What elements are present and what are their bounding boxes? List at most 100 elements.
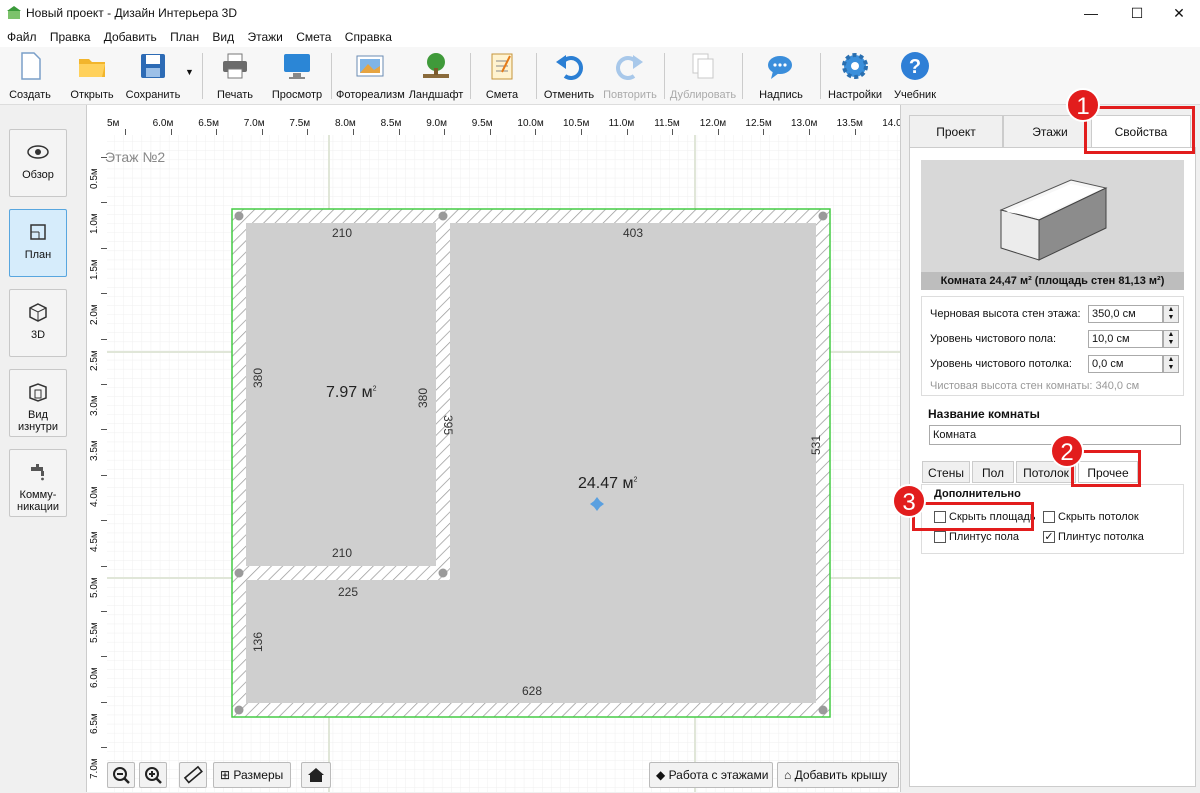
h-ruler-tick <box>809 129 810 135</box>
add-roof-button[interactable]: ⌂ Добавить крышу <box>777 762 899 788</box>
photorealism-button[interactable]: Фотореализм <box>336 50 405 102</box>
caption-button[interactable]: Надпись <box>756 50 806 102</box>
ceiling-level-input[interactable]: 0,0 см <box>1088 355 1163 373</box>
landscape-button[interactable]: Ландшафт <box>408 50 464 102</box>
new-document-icon <box>21 52 41 80</box>
ceiling-plinth-label: Плинтус потолка <box>1058 531 1144 543</box>
dimensions-button[interactable]: ⊞ Размеры <box>213 762 291 788</box>
title-bar: Новый проект - Дизайн Интерьера 3D — ☐ ✕ <box>0 0 1200 27</box>
menu-plan[interactable]: План <box>170 27 199 44</box>
extra-title: Дополнительно <box>934 488 1021 500</box>
tab-project[interactable]: Проект <box>909 115 1003 147</box>
v-ruler-tick <box>101 611 107 612</box>
rough-height-input[interactable]: 350,0 см <box>1088 305 1163 323</box>
subtab-walls[interactable]: Стены <box>922 461 970 483</box>
save-button[interactable]: Сохранить <box>124 50 182 102</box>
preview-button[interactable]: Просмотр <box>270 50 324 102</box>
home-icon <box>308 768 324 782</box>
floorplan-icon <box>30 224 46 240</box>
gear-icon <box>842 53 868 79</box>
v-ruler-label: 6.5м <box>89 713 100 734</box>
zoom-out-button[interactable] <box>107 762 135 788</box>
properties-content: Комната 24,47 м² (площадь стен 81,13 м²)… <box>909 147 1196 787</box>
h-ruler-tick <box>489 129 491 135</box>
ceiling-level-spinner[interactable]: ▲ ▼ <box>1163 355 1179 373</box>
redo-label: Повторить <box>603 89 657 101</box>
close-button[interactable]: ✕ <box>1156 0 1200 27</box>
floors-work-button[interactable]: ◆ Работа с этажами <box>649 762 773 788</box>
save-dropdown-icon[interactable]: ▼ <box>185 67 194 77</box>
communications-button[interactable]: Комму- никации <box>9 449 67 517</box>
dim-bottom-small: 210 <box>332 546 353 560</box>
floor-level-input[interactable]: 10,0 см <box>1088 330 1163 348</box>
menu-help[interactable]: Справка <box>345 27 392 44</box>
redo-button[interactable]: Повторить <box>600 50 660 102</box>
subtab-floor[interactable]: Пол <box>972 461 1014 483</box>
menu-estimate[interactable]: Смета <box>296 27 331 44</box>
app-icon <box>7 6 21 19</box>
v-ruler-label: 7.0м <box>89 758 100 780</box>
v-ruler-label: 2.5м <box>89 349 100 371</box>
zoom-in-button[interactable] <box>139 762 167 788</box>
floor-plinth-checkbox[interactable] <box>934 531 946 543</box>
ruler-button[interactable] <box>179 762 207 788</box>
plan-canvas[interactable]: 5м 6.0м 6.5м 7.0м 7.5м 8.0м 8.5м 9.0м 9.5м 10.0м 1… <box>86 105 909 792</box>
overview-button[interactable]: Обзор <box>9 129 67 197</box>
dim-left-small: 380 <box>251 367 265 388</box>
floor-label: Этаж №2 <box>105 149 166 165</box>
floor-level-spinner[interactable]: ▲ ▼ <box>1163 330 1179 348</box>
caption-label: Надпись <box>759 89 803 101</box>
toolbar-separator <box>331 53 332 99</box>
h-ruler-label: 13.5м <box>836 118 863 129</box>
maximize-button[interactable]: ☐ <box>1114 0 1160 27</box>
print-label: Печать <box>216 89 254 101</box>
estimate-button[interactable]: Смета <box>480 50 524 102</box>
minimize-button[interactable]: — <box>1068 0 1114 27</box>
preview-label: Просмотр <box>271 89 323 101</box>
plan-drawing[interactable] <box>87 105 901 792</box>
dim-top-big: 403 <box>623 226 644 240</box>
highlight-hide-area <box>912 502 1034 531</box>
h-ruler-tick <box>717 129 719 135</box>
plan-button[interactable]: План <box>9 209 67 277</box>
duplicate-button[interactable]: Дублировать <box>668 50 738 102</box>
monitor-icon <box>284 54 310 79</box>
v-ruler-label: 5.0м <box>89 576 100 598</box>
toolbar: Создать Открыть Сохранить ▼ Печать Просм… <box>0 47 1200 105</box>
open-button[interactable]: Открыть <box>66 50 118 102</box>
ceiling-plinth-checkbox[interactable]: ✓ <box>1043 531 1055 543</box>
step-badge-2: 2 <box>1050 434 1084 468</box>
h-ruler-label: 11.5м <box>654 118 680 129</box>
h-ruler-label: 7.5м <box>289 118 311 129</box>
zoom-in-icon <box>145 767 162 784</box>
svg-text:?: ? <box>909 56 921 78</box>
menu-floors[interactable]: Этажи <box>247 27 282 44</box>
settings-button[interactable]: Настройки <box>826 50 884 102</box>
hide-ceiling-checkbox[interactable] <box>1043 511 1055 523</box>
h-ruler-label: 6.5м <box>198 118 219 129</box>
room-caption: Комната 24,47 м² (площадь стен 81,13 м²) <box>921 272 1184 290</box>
room-inside-icon <box>29 383 47 402</box>
plan-label: План <box>24 249 52 261</box>
rough-height-spinner[interactable]: ▲ ▼ <box>1163 305 1179 323</box>
view-3d-button[interactable]: 3D <box>9 289 67 357</box>
print-button[interactable]: Печать <box>212 50 258 102</box>
ruler-icon <box>183 765 203 784</box>
inside-view-label-2: изнутри <box>17 421 59 433</box>
home-button[interactable] <box>301 762 331 788</box>
menu-view[interactable]: Вид <box>212 27 234 44</box>
tutorial-button[interactable]: ? Учебник <box>892 50 938 102</box>
floor-plinth-label: Плинтус пола <box>949 531 1020 543</box>
inside-view-button[interactable]: Вид изнутри <box>9 369 67 437</box>
undo-button[interactable]: Отменить <box>542 50 596 102</box>
help-icon: ? <box>901 52 929 80</box>
h-ruler-tick <box>261 129 263 135</box>
v-ruler-label: 1.0м <box>89 213 100 235</box>
clean-height-text: Чистовая высота стен комнаты: 340,0 см <box>930 380 1140 392</box>
menu-file[interactable]: Файл <box>7 27 37 44</box>
dim-bottom-big: 628 <box>522 684 543 698</box>
h-ruler-tick <box>398 129 400 135</box>
create-button[interactable]: Создать <box>6 50 54 102</box>
menu-add[interactable]: Добавить <box>104 27 157 44</box>
menu-edit[interactable]: Правка <box>50 27 91 44</box>
